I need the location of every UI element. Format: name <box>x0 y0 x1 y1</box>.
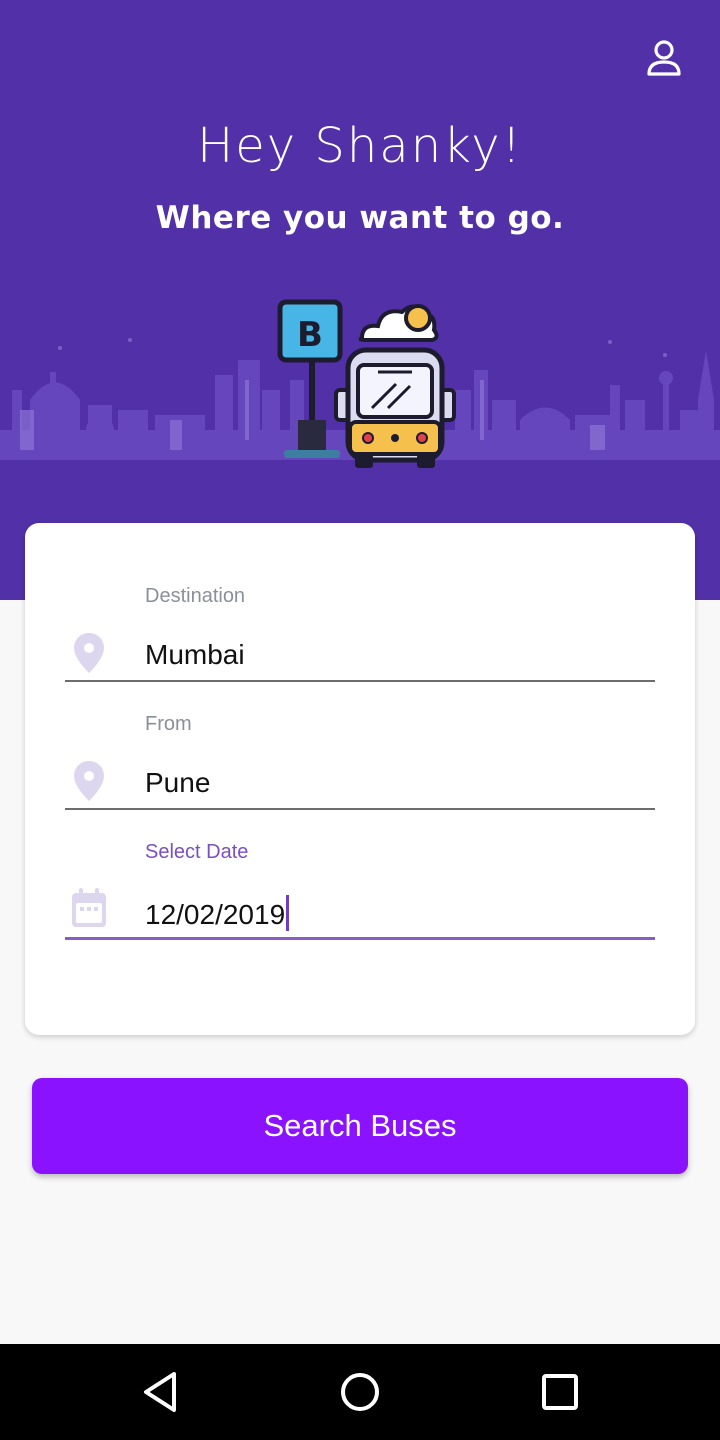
system-nav-bar <box>0 1344 720 1440</box>
from-field[interactable]: From Pune <box>65 711 655 811</box>
destination-underline <box>65 680 655 682</box>
date-underline <box>65 937 655 940</box>
search-buses-button[interactable]: Search Buses <box>32 1078 688 1174</box>
search-form-card: Destination Mumbai From Pune Select Date… <box>25 523 695 1035</box>
date-field[interactable]: Select Date 12/02/2019 <box>65 839 655 943</box>
text-cursor <box>286 895 290 931</box>
home-icon[interactable] <box>336 1368 384 1416</box>
location-pin-icon <box>74 761 104 801</box>
recents-icon[interactable] <box>536 1368 584 1416</box>
destination-label: Destination <box>145 585 246 607</box>
calendar-icon <box>72 888 106 927</box>
bus-city-illustration: B <box>0 299 720 468</box>
from-underline <box>65 808 655 810</box>
destination-input[interactable]: Mumbai <box>145 639 245 671</box>
back-icon[interactable] <box>136 1368 184 1416</box>
location-pin-icon <box>74 633 104 673</box>
user-icon[interactable] <box>646 38 682 78</box>
bus-stop-letter: B <box>297 315 323 355</box>
date-value: 12/02/2019 <box>145 899 286 930</box>
date-label: Select Date <box>145 841 249 863</box>
from-label: From <box>145 713 192 735</box>
destination-field[interactable]: Destination Mumbai <box>65 583 655 683</box>
date-input[interactable]: 12/02/2019 <box>145 895 290 931</box>
greeting-title: Hey Shanky! <box>197 118 523 174</box>
from-input[interactable]: Pune <box>145 767 210 799</box>
page-subtitle: Where you want to go. <box>155 200 565 236</box>
header-banner: Hey Shanky! Where you want to go. B <box>0 0 720 600</box>
